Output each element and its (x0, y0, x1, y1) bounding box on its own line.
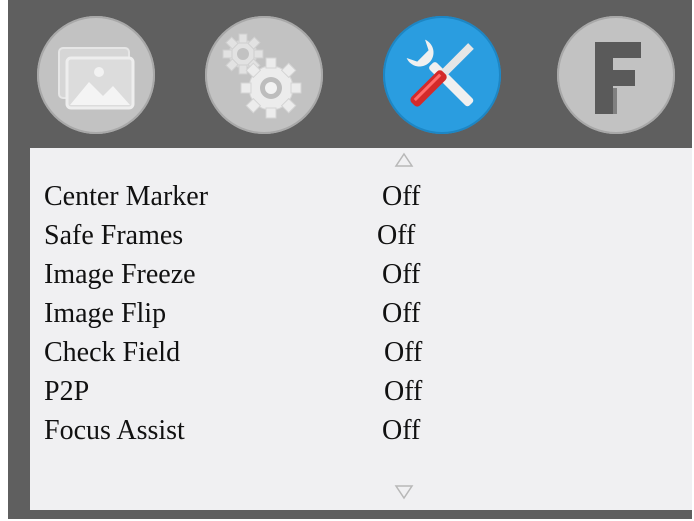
menu-item-value[interactable]: Off (382, 297, 420, 331)
menu-item-label: Image Freeze (44, 259, 196, 290)
menu-panel: Center Marker Off Safe Frames Off Image Free… (30, 148, 692, 510)
menu-item-label: Focus Assist (44, 415, 185, 446)
menu-item-value[interactable]: Off (377, 219, 415, 253)
menu-item[interactable]: Safe Frames Off (30, 217, 692, 255)
menu-item[interactable]: Check Field Off (30, 334, 692, 372)
menu-item-value[interactable]: Off (382, 414, 420, 448)
menu-item-label: Image Flip (44, 298, 167, 329)
menu-item-value[interactable]: Off (384, 375, 422, 409)
gears-icon (222, 33, 302, 119)
menu-item[interactable]: Focus Assist Off (30, 412, 692, 450)
menu-item-value[interactable]: Off (382, 258, 420, 292)
tab-tools[interactable] (383, 16, 501, 134)
menu-item-label: Safe Frames (44, 220, 184, 251)
tab-function[interactable] (557, 16, 675, 134)
tab-settings[interactable] (205, 16, 323, 134)
menu-item-value[interactable]: Off (384, 336, 422, 370)
menu-item-label: Check Field (44, 337, 181, 368)
menu-item-label: P2P (44, 376, 90, 407)
arrow-down-icon[interactable] (394, 484, 414, 500)
menu-item-value[interactable]: Off (382, 180, 420, 214)
tools-icon (406, 39, 474, 107)
osd-menu-frame: Center Marker Off Safe Frames Off Image Free… (8, 0, 692, 519)
menu-item[interactable]: Center Marker Off (30, 178, 692, 216)
image-icon (58, 47, 135, 110)
menu-item[interactable]: Image Flip Off (30, 295, 692, 333)
arrow-up-icon[interactable] (394, 152, 414, 168)
menu-item-label: Center Marker (44, 181, 209, 212)
menu-item[interactable]: Image Freeze Off (30, 256, 692, 294)
menu-item[interactable]: P2P Off (30, 373, 692, 411)
function-f-icon (595, 42, 641, 114)
tab-picture[interactable] (37, 16, 155, 134)
